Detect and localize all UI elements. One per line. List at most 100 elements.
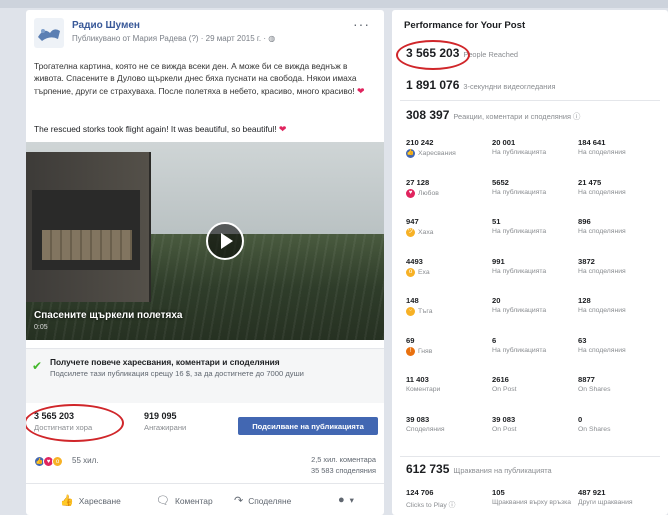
breakdown-row: 148 ᵕ Тъга 20 На публикацията 128 На споделяни… xyxy=(392,296,668,338)
cell-label: ᵕ Тъга xyxy=(406,307,433,316)
cell-label: На публикацията xyxy=(492,307,546,314)
haha-reaction-icon: ツ xyxy=(406,228,415,237)
reaction-count[interactable]: 55 хил. xyxy=(72,456,98,465)
breakdown-row: 947 ツ Хаха 51 На публикацията 896 На споделяни… xyxy=(392,217,668,259)
breakdown-cell: 128 На споделяния xyxy=(578,296,626,314)
engagement-number: 919 095 xyxy=(144,411,177,421)
breakdown-cell: 210 242 👍 Харесвания xyxy=(406,138,456,158)
play-icon[interactable] xyxy=(206,222,244,260)
cell-number: 39 083 xyxy=(492,414,516,424)
heart-icon: ❤ xyxy=(357,85,365,96)
top-strip xyxy=(0,0,668,8)
cell-label: На споделяния xyxy=(578,149,626,156)
cell-label-text: На публикацията xyxy=(492,149,547,156)
breakdown-cell: 487 921 Други щраквания xyxy=(578,488,633,506)
cell-label: На публикацията xyxy=(492,268,546,275)
reaction-icons[interactable]: 👍 ♥ o xyxy=(34,456,63,467)
cell-label-text: Любов xyxy=(418,189,439,197)
cell-label: На публикацията xyxy=(492,149,546,156)
breakdown-cell: 63 На споделяния xyxy=(578,336,626,354)
cell-label-text: On Post xyxy=(492,425,517,433)
shares-count[interactable]: 35 583 споделяния xyxy=(311,465,376,476)
cell-number: 69 xyxy=(406,335,415,345)
cell-label: Споделяния xyxy=(406,426,445,433)
cell-label: ! Гняв xyxy=(406,346,432,356)
cell-label-text: On Post xyxy=(492,386,517,393)
facebook-post: Радио Шумен Публикувано от Мария Радева … xyxy=(26,10,384,515)
cell-number: 11 403 xyxy=(406,375,429,384)
post-meta: Публикувано от Мария Радева (?) · 29 мар… xyxy=(72,34,275,43)
boost-post-button[interactable]: Подсилване на публикацията xyxy=(238,417,378,435)
cell-label: На споделяния xyxy=(578,268,626,275)
boost-prompt: ✔ Получете повече харесвания, коментари … xyxy=(26,348,384,403)
post-header: Радио Шумен Публикувано от Мария Радева … xyxy=(34,16,374,58)
page-name[interactable]: Радио Шумен xyxy=(72,20,140,31)
screenshot-stage: Радио Шумен Публикувано от Мария Радева … xyxy=(0,0,668,515)
breakdown-row: 4493 o Еха 991 На публикацията 3872 На споделя… xyxy=(392,257,668,299)
cell-label-text: Еха xyxy=(418,268,430,276)
boost-title: Получете повече харесвания, коментари и … xyxy=(50,357,280,367)
video-truck xyxy=(26,152,151,302)
cell-number: 124 706 xyxy=(406,488,434,497)
cell-label[interactable]: Clicks to Play ⓘ xyxy=(406,499,455,509)
cell-number: 6 xyxy=(492,335,497,345)
breakdown-cell: 0 On Shares xyxy=(578,415,611,433)
breakdown-cell: 991 На публикацията xyxy=(492,257,546,275)
cell-label: На публикацията xyxy=(492,347,546,354)
cell-label-text: На споделяния xyxy=(578,188,626,196)
cell-number: 5652 xyxy=(492,177,509,187)
people-reached-stat[interactable]: 3 565 203 Достигнати хора xyxy=(34,411,92,432)
cell-number: 487 921 xyxy=(578,488,606,497)
reached-number: 3 565 203 xyxy=(406,46,460,60)
post-text: Трогателна картина, която не се вижда вс… xyxy=(34,60,376,97)
share-button[interactable]: ↷ Споделяне xyxy=(234,494,291,507)
clicks-breakdown-row: 124 706 Clicks to Play ⓘ 105 Щраквания вър… xyxy=(392,488,668,515)
breakdown-cell: 39 083 Споделяния xyxy=(406,415,445,433)
reactions-number: 308 397 xyxy=(406,108,450,122)
sad-reaction-icon: ᵕ xyxy=(406,307,415,316)
cell-number: 210 242 xyxy=(406,138,434,147)
check-icon: ✔ xyxy=(32,359,43,373)
people-reached-row: 3 565 203 People Reached xyxy=(406,46,518,60)
post-options-button[interactable]: ··· xyxy=(353,16,370,32)
cell-label-text: Коментари xyxy=(406,386,441,393)
cell-number: 21 475 xyxy=(578,177,602,187)
comment-button[interactable]: 🗨 Коментар xyxy=(156,494,213,507)
cell-label-text: На споделяния xyxy=(578,307,626,314)
breakdown-cell: 6 На публикацията xyxy=(492,336,546,354)
clicks-number: 612 735 xyxy=(406,462,450,476)
cell-number: 184 641 xyxy=(578,138,606,147)
cell-number: 39 083 xyxy=(406,414,430,424)
breakdown-cell: 124 706 Clicks to Play ⓘ xyxy=(406,488,455,509)
divider xyxy=(400,456,660,457)
audience-dropdown[interactable]: ● ▾ xyxy=(338,494,354,506)
cell-label: На споделяния xyxy=(578,347,626,354)
breakdown-cell: 2616 On Post xyxy=(492,375,517,393)
breakdown-row: 27 128 ♥ Любов 5652 На публикацията 21 475 На … xyxy=(392,178,668,220)
page-logo[interactable] xyxy=(34,18,64,48)
cell-number: 27 128 xyxy=(406,177,430,187)
cell-label: Коментари xyxy=(406,386,440,393)
cell-label: o Еха xyxy=(406,267,430,277)
breakdown-row: 210 242 👍 Харесвания 20 001 На публикацията 1… xyxy=(392,138,668,180)
post-text-english: The rescued storks took flight again! It… xyxy=(34,124,376,135)
cell-number: 105 xyxy=(492,488,505,497)
cell-number: 4493 xyxy=(406,256,423,266)
cell-label-text: На публикацията xyxy=(492,188,547,196)
cell-number: 8877 xyxy=(578,375,595,384)
cell-label: На споделяния xyxy=(578,307,626,314)
reactions-label[interactable]: Реакции, коментари и споделяния ⓘ xyxy=(453,112,580,121)
comments-count[interactable]: 2,5 хил. коментара xyxy=(311,454,376,465)
like-button[interactable]: 👍 Харесване xyxy=(60,494,121,507)
cell-number: 991 xyxy=(492,256,505,266)
performance-panel: Performance for Your Post 3 565 203 Peopl… xyxy=(392,10,668,515)
cell-label: На публикацията xyxy=(492,228,546,235)
breakdown-cell: 39 083 On Post xyxy=(492,415,517,433)
engagement-stat[interactable]: 919 095 Ангажирани xyxy=(144,411,186,432)
video-player[interactable]: Спасените щъркели полетяха 0:05 xyxy=(26,142,384,340)
cell-label-text: Тъга xyxy=(418,308,433,315)
post-stats: 3 565 203 Достигнати хора 919 095 Ангажи… xyxy=(26,403,384,448)
performance-title: Performance for Your Post xyxy=(404,20,526,31)
video-duration: 0:05 xyxy=(34,324,48,331)
breakdown-cell: 51 На публикацията xyxy=(492,217,546,235)
